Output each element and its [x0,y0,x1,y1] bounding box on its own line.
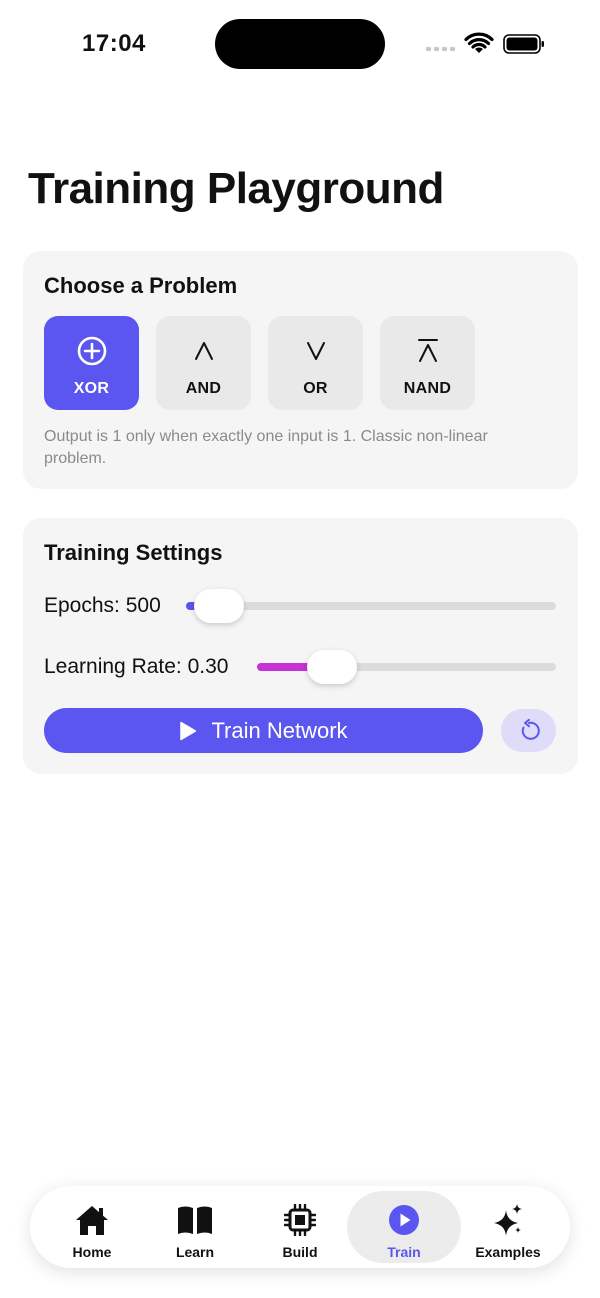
logical-or-icon [306,342,325,360]
learning-rate-slider[interactable] [257,650,556,684]
problem-option-or[interactable]: OR [268,316,363,410]
play-icon [180,721,197,740]
epochs-slider[interactable] [186,589,556,623]
tab-learn[interactable]: Learn [138,1191,252,1263]
train-network-label: Train Network [211,717,348,743]
nand-icon [417,339,438,362]
training-settings-card: Training Settings Epochs: 500 Learning R… [23,518,578,774]
learning-rate-label: Learning Rate: 0.30 [44,655,229,678]
epochs-slider-thumb[interactable] [194,589,245,623]
problem-option-xor[interactable]: XOR [44,316,139,410]
wifi-icon [464,32,494,53]
book-icon [178,1206,212,1234]
tab-label: Train [387,1244,421,1260]
tab-bar: Home Learn Build Train Examples [30,1186,570,1268]
tab-examples[interactable]: Examples [451,1191,565,1263]
sparkles-icon [494,1204,522,1236]
reset-button[interactable] [501,709,556,752]
tab-label: Examples [475,1244,541,1260]
epochs-label: Epochs: 500 [44,594,161,617]
play-circle-icon [389,1205,419,1235]
cellular-signal-icon [426,47,455,51]
problem-option-label: AND [185,380,222,397]
problem-option-nand[interactable]: NAND [380,316,475,410]
settings-card-title: Training Settings [44,540,223,565]
tab-label: Build [282,1244,318,1260]
logical-and-icon [194,342,213,360]
train-network-button[interactable]: Train Network [44,708,483,753]
problem-option-label: NAND [403,380,452,397]
circle-plus-icon [77,336,106,366]
page-title: Training Playground [28,164,444,213]
tab-build[interactable]: Build [243,1191,357,1263]
tab-home[interactable]: Home [35,1191,149,1263]
cpu-icon [284,1204,316,1236]
battery-icon [503,34,544,54]
problem-option-label: XOR [73,380,110,397]
status-time: 17:04 [82,30,146,57]
problem-option-label: OR [303,380,328,397]
house-icon [76,1206,108,1235]
tab-train[interactable]: Train [347,1191,461,1263]
dynamic-island [215,19,385,69]
tab-label: Learn [175,1244,215,1260]
reset-icon [521,718,540,740]
problem-description: Output is 1 only when exactly one input … [44,428,488,467]
learning-rate-slider-thumb[interactable] [306,650,357,684]
problem-card-title: Choose a Problem [44,273,238,298]
tab-label: Home [72,1244,112,1260]
problem-option-and[interactable]: AND [156,316,251,410]
problem-card: Choose a Problem XOR AND OR NAND Output … [23,251,578,489]
